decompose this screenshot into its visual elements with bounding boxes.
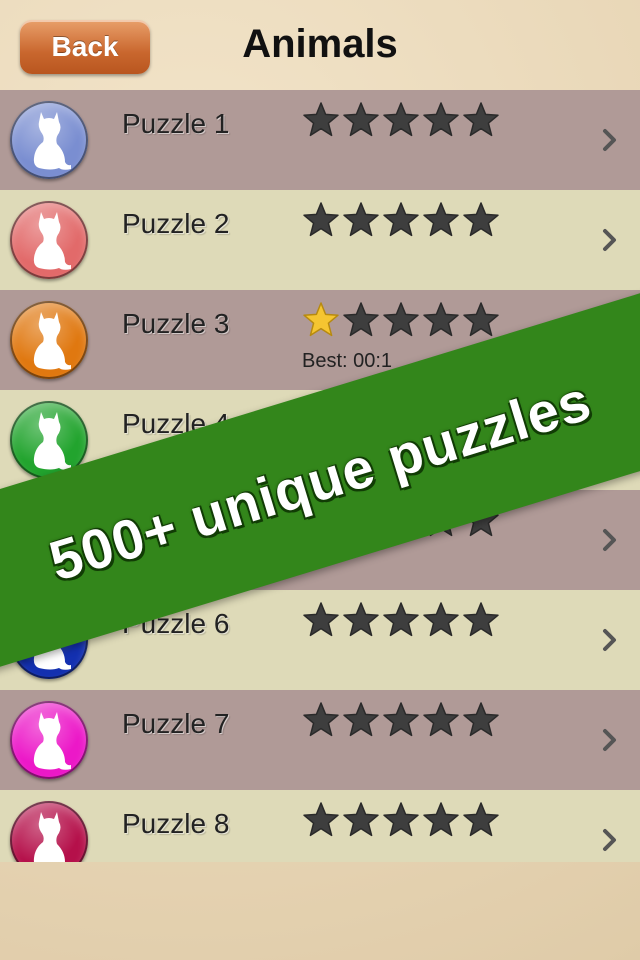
star-empty-icon	[383, 802, 419, 837]
cat-avatar-icon	[10, 701, 88, 779]
puzzle-name: Puzzle 3	[122, 308, 230, 339]
star-empty-icon	[383, 602, 419, 637]
puzzle-name: Puzzle 8	[122, 808, 230, 839]
puzzle-row[interactable]: Puzzle 2	[0, 190, 640, 291]
puzzle-row[interactable]: Puzzle 8	[0, 790, 640, 862]
star-empty-icon	[303, 202, 339, 237]
star-empty-icon	[463, 302, 499, 337]
star-empty-icon	[423, 202, 459, 237]
star-empty-icon	[383, 202, 419, 237]
puzzle-row[interactable]: Puzzle 1	[0, 90, 640, 191]
star-rating	[302, 601, 500, 639]
star-empty-icon	[303, 102, 339, 137]
puzzle-name: Puzzle 1	[122, 108, 230, 139]
star-empty-icon	[343, 202, 379, 237]
cat-avatar-icon	[10, 801, 88, 862]
star-empty-icon	[343, 102, 379, 137]
star-empty-icon	[383, 102, 419, 137]
chevron-right-icon	[603, 829, 616, 851]
star-empty-icon	[303, 702, 339, 737]
star-rating	[302, 201, 500, 239]
star-empty-icon	[343, 302, 379, 337]
page-title: Animals	[242, 22, 398, 66]
star-empty-icon	[423, 102, 459, 137]
star-empty-icon	[463, 102, 499, 137]
star-empty-icon	[423, 302, 459, 337]
star-rating	[302, 301, 500, 339]
star-empty-icon	[463, 202, 499, 237]
cat-avatar-icon	[10, 201, 88, 279]
chevron-right-icon	[603, 129, 616, 151]
footer-area	[0, 862, 640, 960]
star-empty-icon	[423, 602, 459, 637]
star-rating	[302, 701, 500, 739]
cat-avatar-icon	[10, 301, 88, 379]
star-empty-icon	[463, 802, 499, 837]
puzzle-name: Puzzle 2	[122, 208, 230, 239]
puzzle-row[interactable]: Puzzle 7	[0, 690, 640, 791]
star-rating	[302, 101, 500, 139]
star-empty-icon	[423, 702, 459, 737]
star-empty-icon	[383, 702, 419, 737]
star-empty-icon	[383, 302, 419, 337]
star-empty-icon	[303, 602, 339, 637]
star-filled-icon	[303, 302, 339, 337]
star-empty-icon	[303, 802, 339, 837]
chevron-right-icon	[603, 229, 616, 251]
star-empty-icon	[343, 802, 379, 837]
star-empty-icon	[343, 602, 379, 637]
star-empty-icon	[343, 702, 379, 737]
nav-bar: Back Animals	[0, 0, 640, 90]
chevron-right-icon	[603, 729, 616, 751]
puzzle-name: Puzzle 7	[122, 708, 230, 739]
star-empty-icon	[423, 802, 459, 837]
best-time: Best: 00:1	[302, 350, 393, 372]
star-rating	[302, 801, 500, 839]
cat-avatar-icon	[10, 101, 88, 179]
star-empty-icon	[463, 602, 499, 637]
chevron-right-icon	[603, 629, 616, 651]
star-empty-icon	[463, 702, 499, 737]
chevron-right-icon	[603, 529, 616, 551]
